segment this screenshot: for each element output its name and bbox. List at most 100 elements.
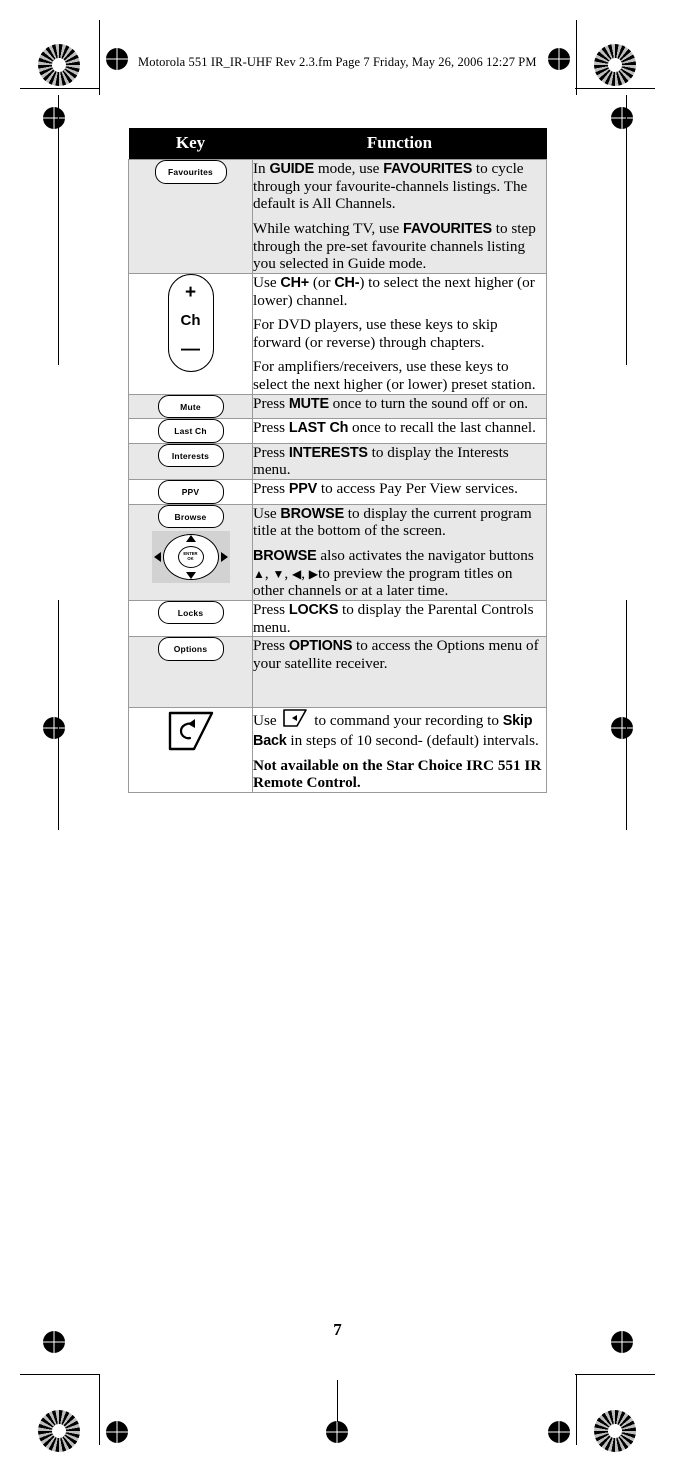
- term-last-ch: LAST Ch: [288, 420, 349, 437]
- mute-description: Press MUTE once to turn the sound off or…: [253, 394, 529, 412]
- ppv-key-button[interactable]: PPV: [157, 480, 224, 504]
- favourites-description-1: In GUIDE mode, use FAVOURITES to cycle t…: [253, 160, 528, 213]
- table-row: Use to command your recording to Skip Ba…: [128, 706, 547, 794]
- browse-key-button[interactable]: Browse: [157, 504, 224, 529]
- term-browse-2: BROWSE: [253, 547, 317, 564]
- crop-mark-right-vertical-2: [626, 600, 627, 830]
- key-cell-last-ch: Last Ch: [128, 418, 253, 444]
- registration-target-mid-right: [611, 107, 633, 129]
- registration-target-bottom-left: [106, 1421, 128, 1443]
- skip-back-description-1: Use to command your recording to Skip Ba…: [253, 708, 546, 750]
- options-description: Press OPTIONS to access the Options menu…: [253, 637, 539, 672]
- table-row: Interests Press INTERESTS to display the…: [128, 442, 547, 481]
- function-cell-browse: Use BROWSE to display the current progra…: [252, 503, 547, 601]
- channel-rocker-key[interactable]: + Ch —: [167, 273, 214, 372]
- table-row: Favourites In GUIDE mode, use FAVOURITES…: [128, 159, 547, 274]
- table-row: Options Press OPTIONS to access the Opti…: [128, 636, 547, 708]
- document-header: Motorola 551 IR_IR-UHF Rev 2.3.fm Page 7…: [138, 55, 537, 69]
- key-cell-mute: Mute: [128, 393, 253, 420]
- function-cell-locks: Press LOCKS to display the Parental Cont…: [252, 599, 547, 638]
- last-ch-description: Press LAST Ch once to recall the last ch…: [253, 419, 536, 437]
- crop-mark-left-vertical-2: [58, 600, 59, 830]
- ok-label: OK: [187, 556, 194, 562]
- function-cell-channel: Use CH+ (or CH-) to select the next high…: [252, 272, 547, 395]
- skip-back-icon: [168, 711, 213, 750]
- registration-mark-bottom-left: [38, 1410, 80, 1452]
- function-cell-ppv: Press PPV to access Pay Per View service…: [252, 479, 547, 505]
- key-cell-interests: Interests: [128, 442, 253, 481]
- arrow-down-icon[interactable]: [185, 572, 196, 580]
- inline-skip-back-icon: [282, 708, 308, 733]
- favourites-key-button[interactable]: Favourites: [154, 160, 227, 184]
- arrow-right-icon[interactable]: [220, 552, 228, 563]
- channel-up-symbol: +: [184, 281, 197, 303]
- skip-back-description-2: Not available on the Star Choice IRC 551…: [253, 757, 546, 792]
- locks-description: Press LOCKS to display the Parental Cont…: [253, 600, 534, 636]
- key-cell-ppv: PPV: [128, 479, 253, 505]
- key-cell-options: Options: [128, 636, 253, 708]
- key-cell-favourites: Favourites: [128, 159, 253, 274]
- table-row: Locks Press LOCKS to display the Parenta…: [128, 599, 547, 638]
- term-browse: BROWSE: [280, 505, 344, 522]
- key-cell-locks: Locks: [128, 599, 253, 638]
- inline-arrow-down-icon: ▼: [272, 566, 285, 581]
- registration-mark-bottom-right: [594, 1410, 636, 1452]
- crop-mark-left-vertical: [58, 95, 59, 365]
- registration-target-bottom-center: [326, 1421, 348, 1443]
- arrow-left-icon[interactable]: [153, 552, 161, 563]
- term-ch-minus: CH-: [334, 274, 360, 291]
- table-row: PPV Press PPV to access Pay Per View ser…: [128, 479, 547, 505]
- function-cell-last-ch: Press LAST Ch once to recall the last ch…: [252, 418, 547, 444]
- function-cell-interests: Press INTERESTS to display the Interests…: [252, 442, 547, 481]
- channel-description-1: Use CH+ (or CH-) to select the next high…: [253, 273, 535, 309]
- term-interests: INTERESTS: [288, 444, 368, 461]
- term-favourites-2: FAVOURITES: [403, 220, 492, 237]
- table-row: Mute Press MUTE once to turn the sound o…: [128, 393, 547, 420]
- table-row: Browse ENTER OK Use BROWSE to display the…: [128, 503, 547, 601]
- key-function-table-wrapper: Key Function Favourites In GUIDE mode, u…: [128, 128, 547, 794]
- crop-mark-top-horizontal-right: [575, 88, 655, 89]
- browse-description-1: Use BROWSE to display the current progra…: [253, 504, 532, 540]
- arrow-up-icon[interactable]: [185, 535, 196, 543]
- inline-arrow-right-icon: ▶: [308, 566, 319, 581]
- mute-key-button[interactable]: Mute: [157, 394, 224, 419]
- term-guide: GUIDE: [269, 161, 315, 177]
- crop-mark-right-vertical: [626, 95, 627, 365]
- last-ch-key-button[interactable]: Last Ch: [157, 419, 224, 443]
- skip-back-key-button[interactable]: [164, 708, 218, 754]
- channel-down-symbol: —: [181, 338, 200, 360]
- crop-mark-page-edge-right-bottom: [576, 1375, 577, 1445]
- crop-mark-page-edge-left-bottom: [99, 1375, 100, 1445]
- options-key-button[interactable]: Options: [157, 637, 224, 661]
- channel-description-3: For amplifiers/receivers, use these keys…: [253, 358, 536, 394]
- interests-key-button[interactable]: Interests: [157, 443, 224, 468]
- registration-target-top-right: [548, 48, 570, 70]
- term-favourites: FAVOURITES: [383, 161, 473, 177]
- term-mute: MUTE: [288, 395, 329, 412]
- inline-arrow-left-icon: ◀: [291, 566, 302, 581]
- registration-target-bottom-right: [548, 1421, 570, 1443]
- key-cell-skip-back: [128, 706, 253, 794]
- function-cell-skip-back: Use to command your recording to Skip Ba…: [252, 706, 547, 794]
- ppv-description: Press PPV to access Pay Per View service…: [253, 480, 518, 498]
- registration-target-center-left: [43, 717, 65, 739]
- inline-arrow-up-icon: ▲: [253, 566, 265, 581]
- crop-mark-page-edge-right: [576, 20, 577, 95]
- interests-description: Press INTERESTS to display the Interests…: [253, 443, 509, 479]
- locks-key-button[interactable]: Locks: [157, 600, 224, 625]
- navigator-pad[interactable]: ENTER OK: [151, 531, 230, 584]
- key-function-table: Key Function Favourites In GUIDE mode, u…: [128, 128, 547, 794]
- favourites-description-2: While watching TV, use FAVOURITES to ste…: [253, 219, 536, 273]
- registration-mark-top-left: [38, 44, 80, 86]
- enter-ok-button[interactable]: ENTER OK: [177, 546, 204, 569]
- term-ppv: PPV: [288, 481, 318, 498]
- function-cell-mute: Press MUTE once to turn the sound off or…: [252, 393, 547, 420]
- term-ch-plus: CH+: [280, 274, 310, 291]
- crop-mark-top-horizontal-left: [20, 88, 100, 89]
- registration-mark-top-right: [594, 44, 636, 86]
- term-locks: LOCKS: [288, 601, 339, 618]
- browse-key-group: Browse ENTER OK: [129, 504, 252, 584]
- table-header-row: Key Function: [128, 128, 547, 160]
- browse-description-2: BROWSE also activates the navigator butt…: [253, 546, 534, 600]
- table-row: Last Ch Press LAST Ch once to recall the…: [128, 418, 547, 444]
